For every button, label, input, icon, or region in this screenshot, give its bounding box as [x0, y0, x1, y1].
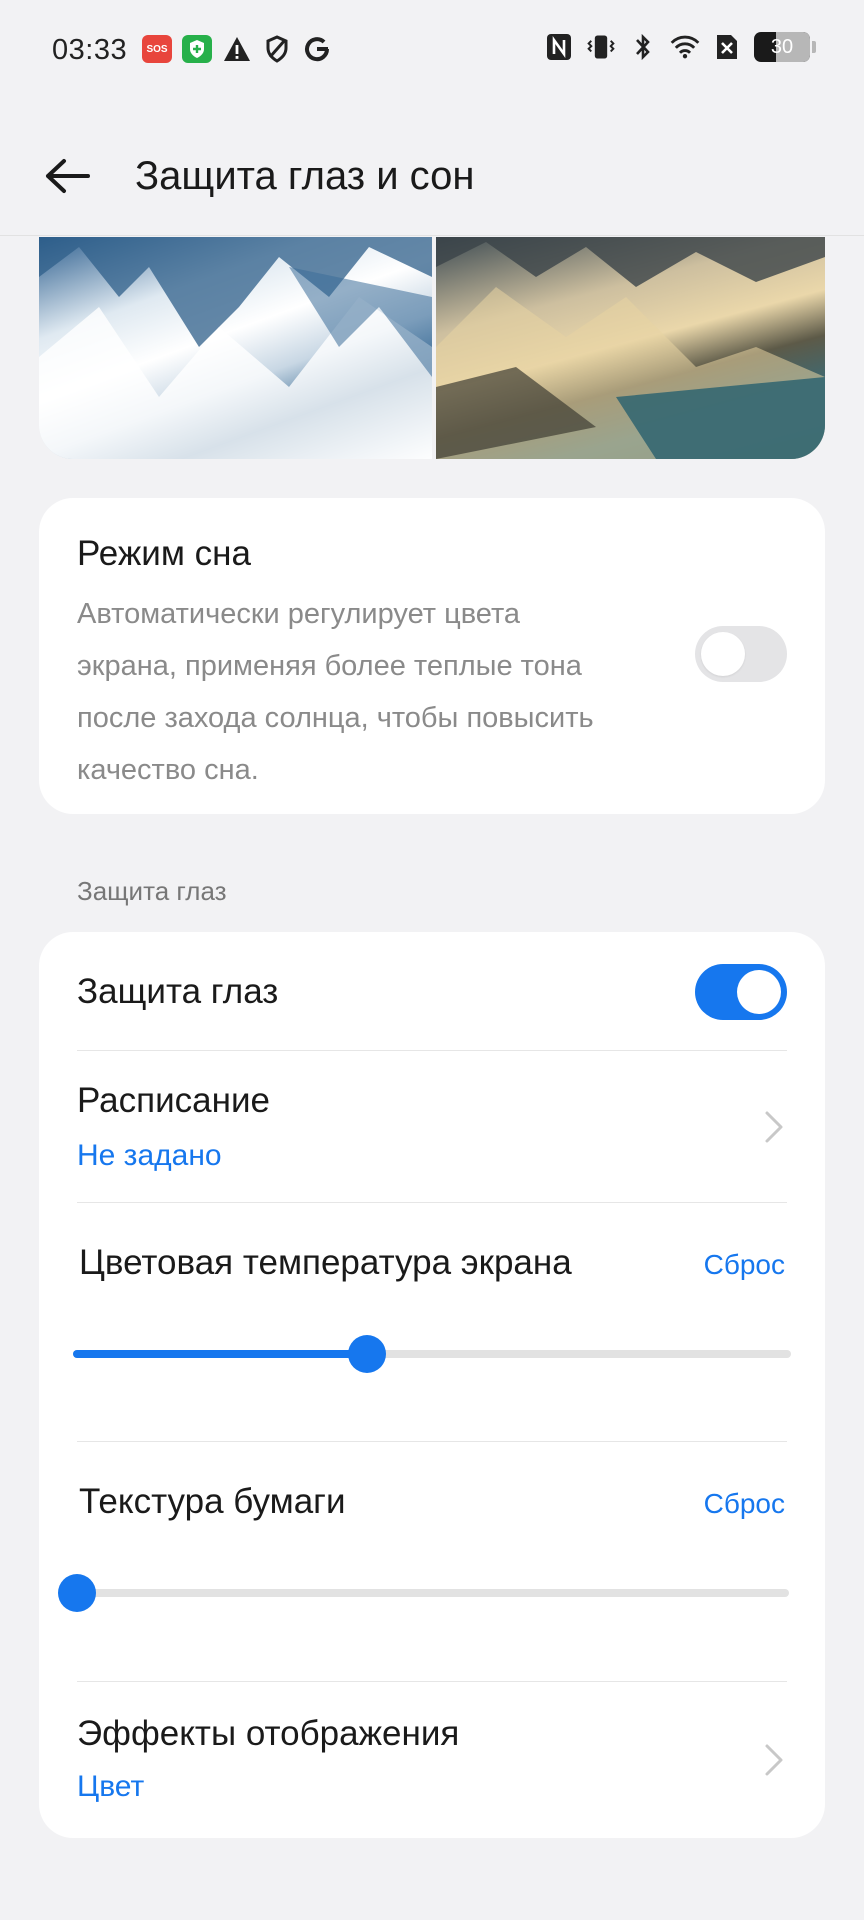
paper-texture-label: Текстура бумаги: [79, 1482, 346, 1521]
google-icon: [302, 34, 332, 64]
slider-fill: [73, 1350, 367, 1358]
display-effects-value: Цвет: [77, 1770, 145, 1803]
paper-texture-slider[interactable]: [58, 1573, 789, 1613]
nfc-icon: [544, 32, 574, 62]
chevron-right-icon: [765, 1744, 783, 1776]
eye-protection-toggle-label: Защита глаз: [77, 972, 279, 1011]
preview-normal-image: [39, 237, 432, 459]
display-effects-row[interactable]: Эффекты отображения Цвет: [39, 1682, 825, 1832]
shield-icon: [262, 34, 292, 64]
schedule-label: Расписание: [77, 1081, 270, 1120]
status-bar: 03:33 SOS 30: [0, 0, 864, 100]
vibrate-icon: [586, 32, 616, 62]
arrow-left-icon: [46, 159, 90, 193]
bluetooth-icon: [628, 32, 658, 62]
schedule-row[interactable]: Расписание Не задано: [39, 1051, 825, 1201]
eye-protection-toggle[interactable]: [695, 964, 787, 1020]
status-time: 03:33: [52, 34, 128, 66]
slider-track: [77, 1589, 789, 1597]
color-temperature-row: Цветовая температура экрана Сброс: [39, 1203, 825, 1441]
slider-thumb[interactable]: [58, 1574, 96, 1612]
warning-icon: [222, 34, 252, 64]
eye-protection-card: Защита глаз Расписание Не задано Цветова…: [39, 932, 825, 1838]
color-temperature-slider[interactable]: [73, 1334, 791, 1374]
chevron-right-icon: [765, 1111, 783, 1143]
schedule-value: Не задано: [77, 1139, 222, 1172]
paper-texture-reset-button[interactable]: Сброс: [704, 1488, 785, 1520]
sleep-mode-card: Режим сна Автоматически регулирует цвета…: [39, 498, 825, 814]
status-right-icons: 30: [544, 32, 816, 62]
toggle-knob: [701, 632, 745, 676]
slider-thumb[interactable]: [348, 1335, 386, 1373]
color-temperature-label: Цветовая температура экрана: [79, 1243, 572, 1282]
battery-icon: 30: [754, 32, 810, 62]
security-shield-icon: [182, 35, 212, 63]
sleep-mode-toggle[interactable]: [695, 626, 787, 682]
paper-texture-row: Текстура бумаги Сброс: [39, 1442, 825, 1680]
color-temperature-reset-button[interactable]: Сброс: [704, 1249, 785, 1281]
page-title: Защита глаз и сон: [135, 154, 475, 198]
toggle-knob: [737, 970, 781, 1014]
screen: 03:33 SOS 30 Защита глаз и сон Режим сна…: [0, 0, 864, 1920]
eye-protection-toggle-row[interactable]: Защита глаз: [39, 932, 825, 1050]
sos-label: SOS: [146, 43, 168, 55]
battery-tip: [812, 41, 816, 53]
preview-images: [39, 237, 825, 459]
status-left-icons: SOS: [142, 34, 332, 64]
sleep-mode-title: Режим сна: [77, 534, 251, 573]
sleep-mode-description: Автоматически регулирует цвета экрана, п…: [77, 598, 594, 786]
wifi-icon: [670, 32, 700, 62]
app-header: Защита глаз и сон: [0, 110, 864, 236]
battery-level: 30: [770, 35, 794, 58]
eye-protection-section-label: Защита глаз: [77, 876, 227, 906]
no-sim-icon: [712, 32, 742, 62]
back-button[interactable]: [40, 148, 96, 204]
display-effects-label: Эффекты отображения: [77, 1714, 460, 1753]
preview-filtered-image: [432, 237, 825, 459]
sos-icon: SOS: [142, 35, 172, 63]
